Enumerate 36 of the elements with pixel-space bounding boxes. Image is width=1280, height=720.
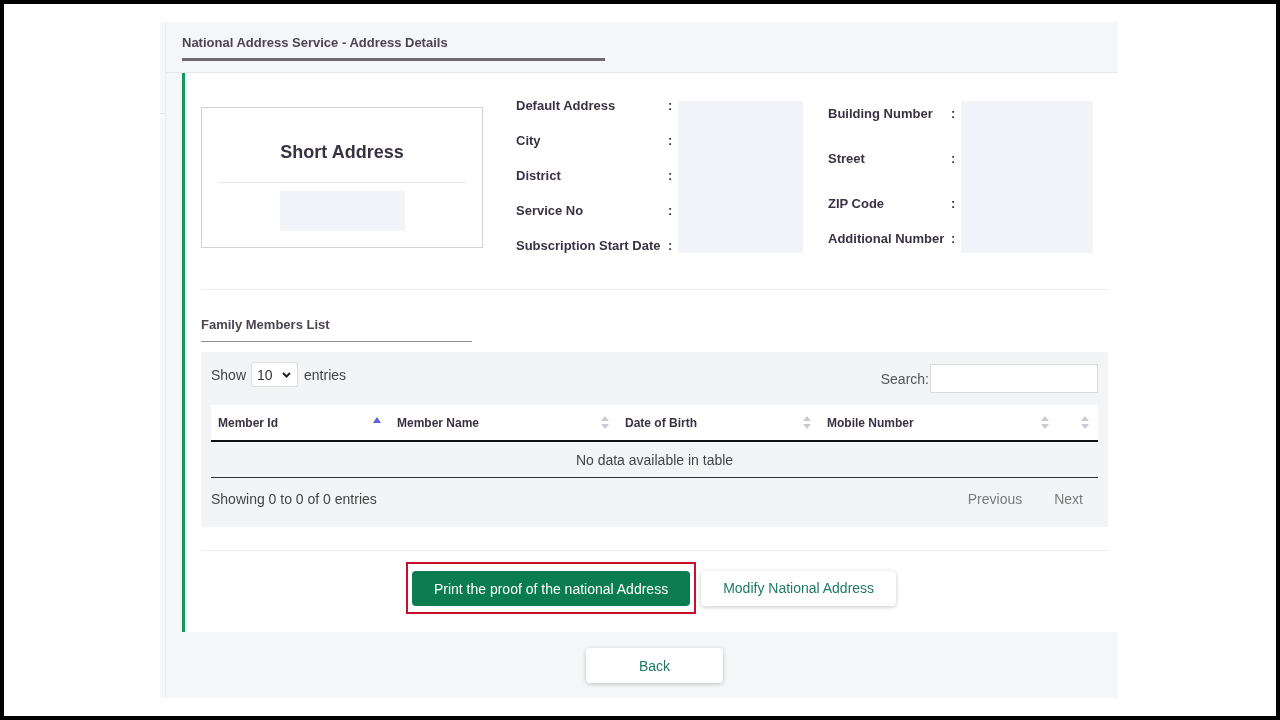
field-separator: : bbox=[668, 168, 673, 184]
field-separator: : bbox=[668, 203, 673, 219]
table-info-text: Showing 0 to 0 of 0 entries bbox=[211, 490, 377, 507]
back-button[interactable]: Back bbox=[586, 648, 723, 683]
short-address-title: Short Address bbox=[280, 141, 404, 163]
modify-button[interactable]: Modify National Address bbox=[701, 570, 897, 606]
empty-table-message: No data available in table bbox=[575, 451, 734, 468]
field-separator: : bbox=[951, 106, 956, 122]
field-separator: : bbox=[668, 238, 673, 254]
column-header[interactable]: Mobile Number bbox=[820, 405, 1058, 440]
field-label: Subscription Start Date bbox=[516, 238, 661, 254]
section-title: Family Members List bbox=[201, 317, 330, 332]
entries-label: entries bbox=[304, 366, 347, 383]
column-header[interactable]: Member Id bbox=[211, 405, 390, 440]
search-label: Search: bbox=[880, 370, 929, 387]
field-separator: : bbox=[951, 196, 956, 212]
field-separator: : bbox=[668, 98, 673, 114]
field-label: District bbox=[516, 168, 561, 184]
show-label: Show bbox=[211, 366, 247, 383]
entries-select[interactable]: 10 bbox=[251, 362, 299, 387]
chevron-down-icon bbox=[282, 371, 292, 378]
field-label: Street bbox=[828, 151, 865, 167]
column-header[interactable]: Date of Birth bbox=[618, 405, 820, 440]
field-label: Default Address bbox=[516, 98, 616, 114]
field-label: Additional Number bbox=[828, 231, 945, 247]
field-separator: : bbox=[951, 231, 956, 247]
field-label: ZIP Code bbox=[828, 196, 885, 212]
search-field[interactable] bbox=[930, 364, 1098, 393]
field-separator: : bbox=[951, 151, 956, 167]
page-title: National Address Service - Address Details bbox=[182, 35, 448, 50]
print-button[interactable]: Print the proof of the national Address bbox=[411, 571, 691, 606]
field-label: Service No bbox=[516, 203, 584, 219]
field-label: City bbox=[516, 133, 541, 149]
field-separator: : bbox=[668, 133, 673, 149]
field-label: Building Number bbox=[828, 106, 933, 122]
column-header[interactable]: Member Name bbox=[390, 405, 618, 440]
